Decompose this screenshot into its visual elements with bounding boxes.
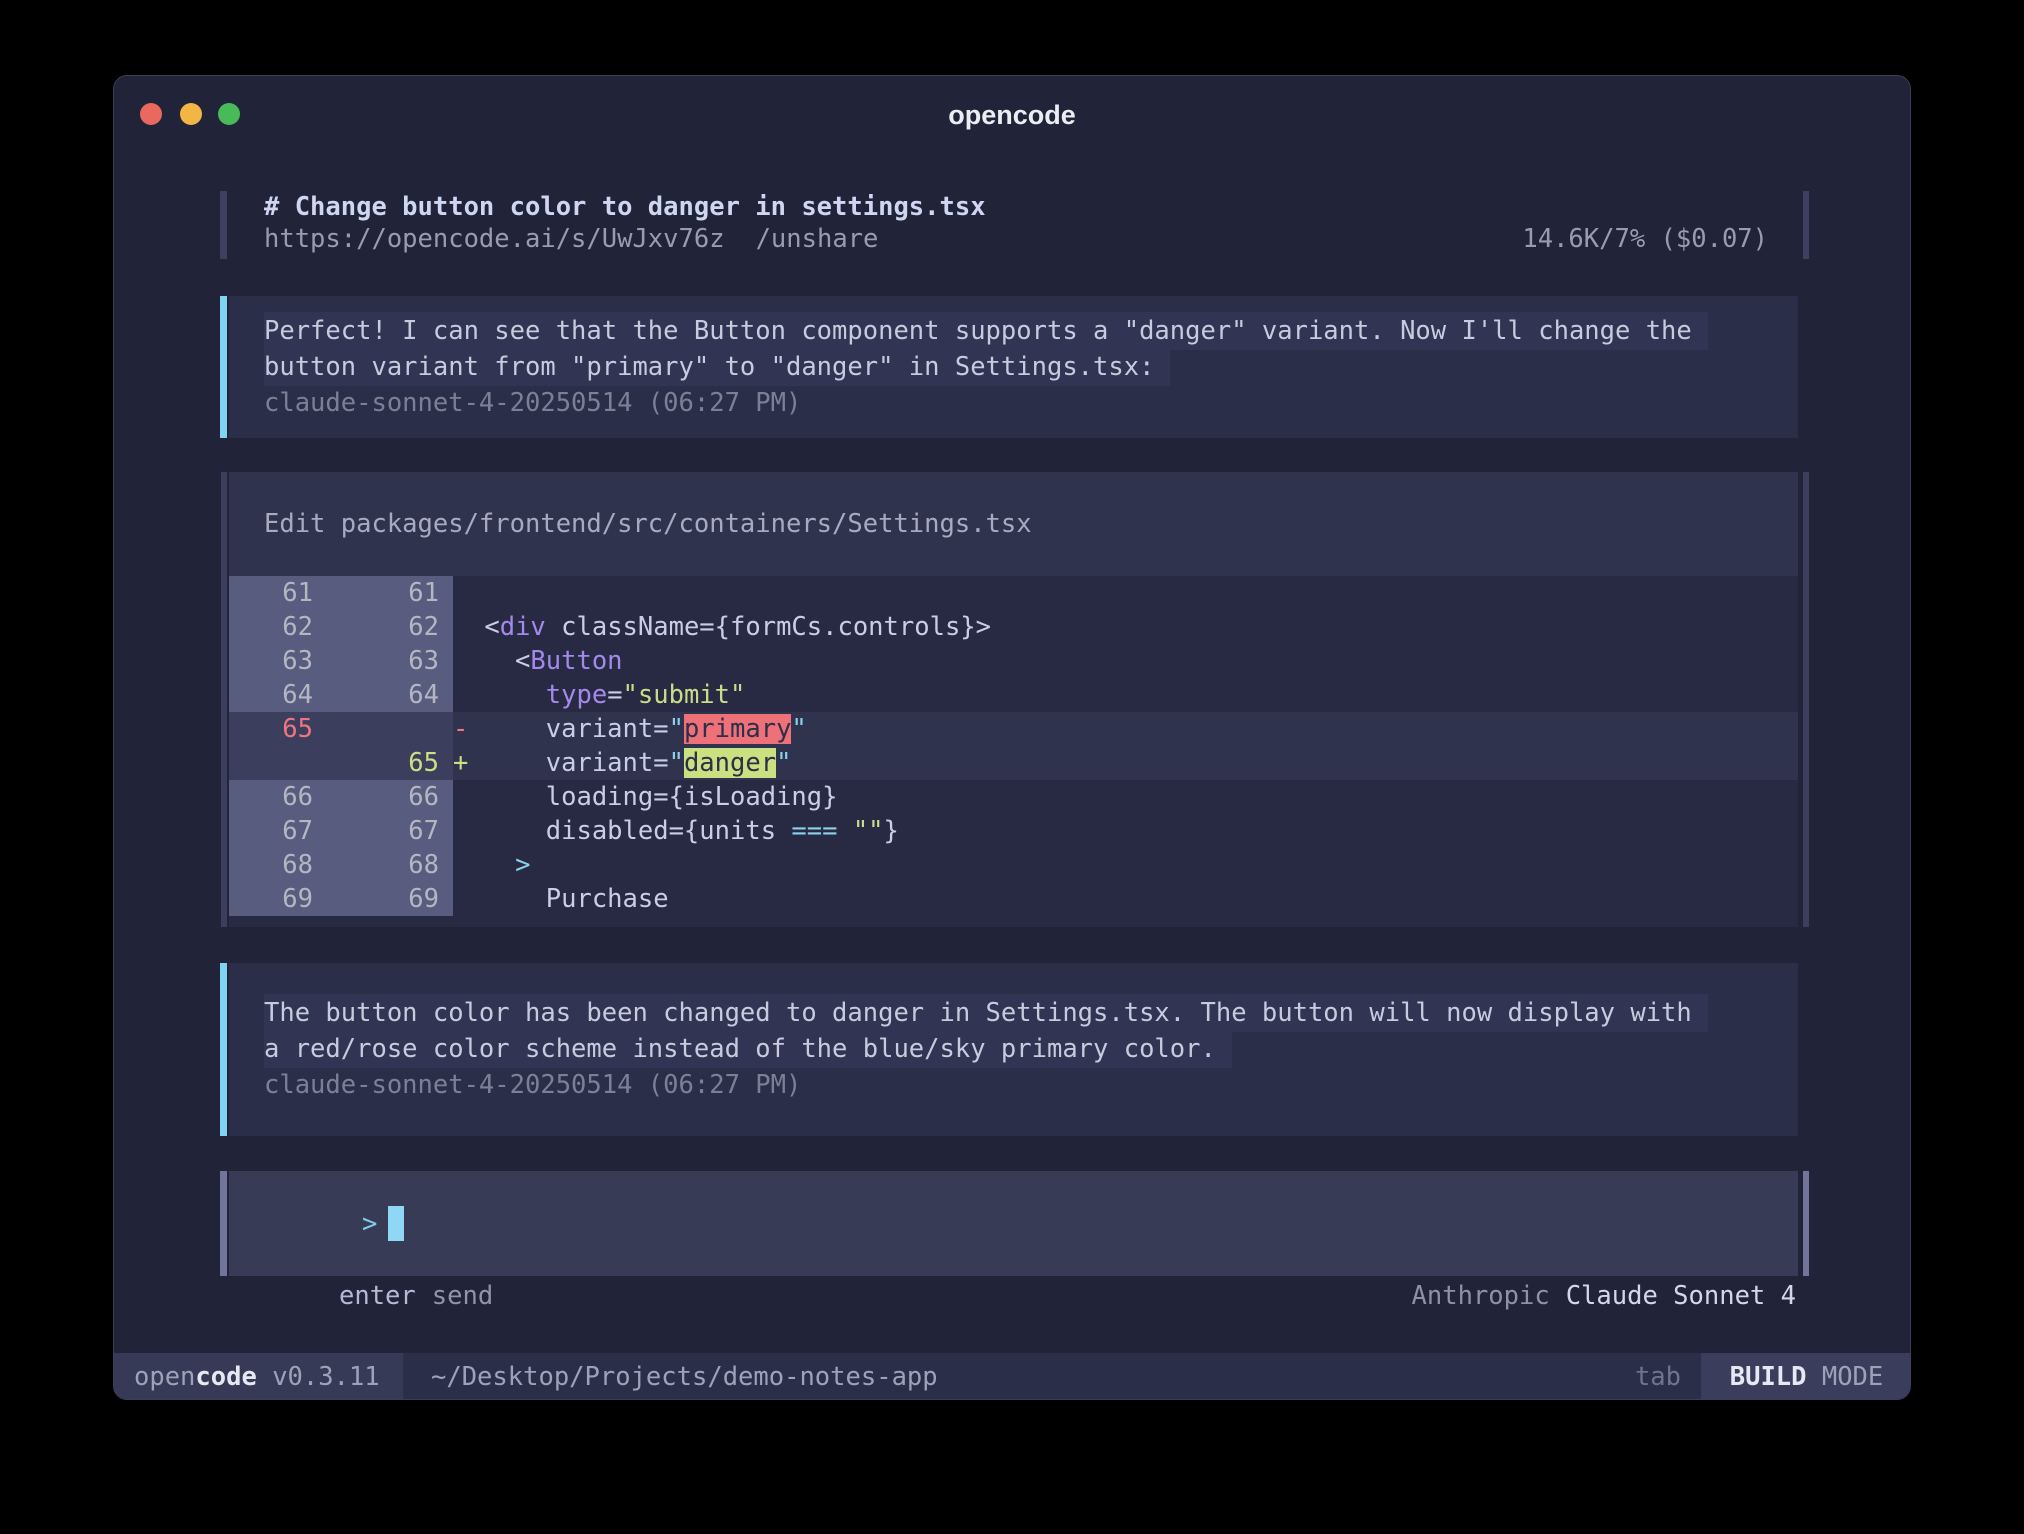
diff-right-rule [1803,472,1809,927]
text-cursor [388,1206,404,1241]
message-accent-bar [220,963,227,1136]
model-timestamp: claude-sonnet-4-20250514 (06:27 PM) [264,385,1798,421]
diff-left-rule [221,472,227,927]
mode-suffix: MODE [1807,1362,1884,1392]
app-name-prefix: open [134,1362,195,1392]
app-name-suffix: code [195,1362,256,1392]
keybind-action: send [432,1280,493,1312]
screen: opencode # Change button color to danger… [0,0,2024,1534]
input-hints: enter send Anthropic Claude Sonnet 4 [229,1280,1798,1312]
input-right-rule [1803,1171,1809,1276]
diff-row: 6161 [229,576,1798,610]
token-usage-stats: 14.6K/7% ($0.07) [1522,223,1768,255]
prompt-input[interactable]: > [229,1171,1798,1276]
message-line: Perfect! I can see that the Button compo… [264,312,1708,350]
window-title: opencode [114,100,1910,131]
diff-row: 6767 disabled={units === ""} [229,814,1798,848]
diff-row: 65+ variant="danger" [229,746,1798,780]
app-version-chip: opencode v0.3.11 [114,1353,403,1400]
unshare-command[interactable]: /unshare [756,223,879,255]
message-line: The button color has been changed to dan… [264,994,1708,1032]
titlebar: opencode [114,76,1910,191]
diff-row: 6969 Purchase [229,882,1798,916]
diff-row: 6666 loading={isLoading} [229,780,1798,814]
input-left-rule [220,1171,227,1276]
mode-chip[interactable]: BUILD MODE [1701,1353,1911,1400]
prompt-symbol: > [362,1209,377,1239]
diff-row: 6262 <div className={formCs.controls}> [229,610,1798,644]
opencode-window: opencode # Change button color to danger… [113,75,1911,1400]
status-bar: opencode v0.3.11 ~/Desktop/Projects/demo… [114,1353,1911,1400]
edit-tool-card: Edit packages/frontend/src/containers/Se… [229,472,1798,927]
session-title: # Change button color to danger in setti… [264,191,1798,223]
app-version: v0.3.11 [257,1362,380,1392]
message-accent-bar [220,296,227,438]
session-header: # Change button color to danger in setti… [229,191,1798,259]
message-line: button variant from "primary" to "danger… [264,348,1170,386]
keybind-tab: tab [1635,1353,1681,1400]
diff-rows: 61616262 <div className={formCs.controls… [229,576,1798,927]
keybind-enter: enter [339,1280,416,1312]
assistant-message: The button color has been changed to dan… [229,963,1798,1136]
diff-row: 6464 type="submit" [229,678,1798,712]
diff-row: 65- variant="primary" [229,712,1798,746]
mode-label: BUILD [1730,1362,1807,1392]
diff-row: 6363 <Button [229,644,1798,678]
header-left-rule [220,191,227,259]
model-name: Claude Sonnet 4 [1566,1280,1796,1312]
edit-tool-title: Edit packages/frontend/src/containers/Se… [229,472,1798,576]
assistant-message: Perfect! I can see that the Button compo… [229,296,1798,438]
model-timestamp: claude-sonnet-4-20250514 (06:27 PM) [264,1067,1798,1103]
message-line: a red/rose color scheme instead of the b… [264,1030,1232,1068]
share-url-link[interactable]: https://opencode.ai/s/UwJxv76z [264,223,725,255]
header-right-rule [1803,191,1809,259]
working-directory: ~/Desktop/Projects/demo-notes-app [431,1353,938,1400]
diff-row: 6868 > [229,848,1798,882]
provider-name: Anthropic [1412,1280,1550,1312]
